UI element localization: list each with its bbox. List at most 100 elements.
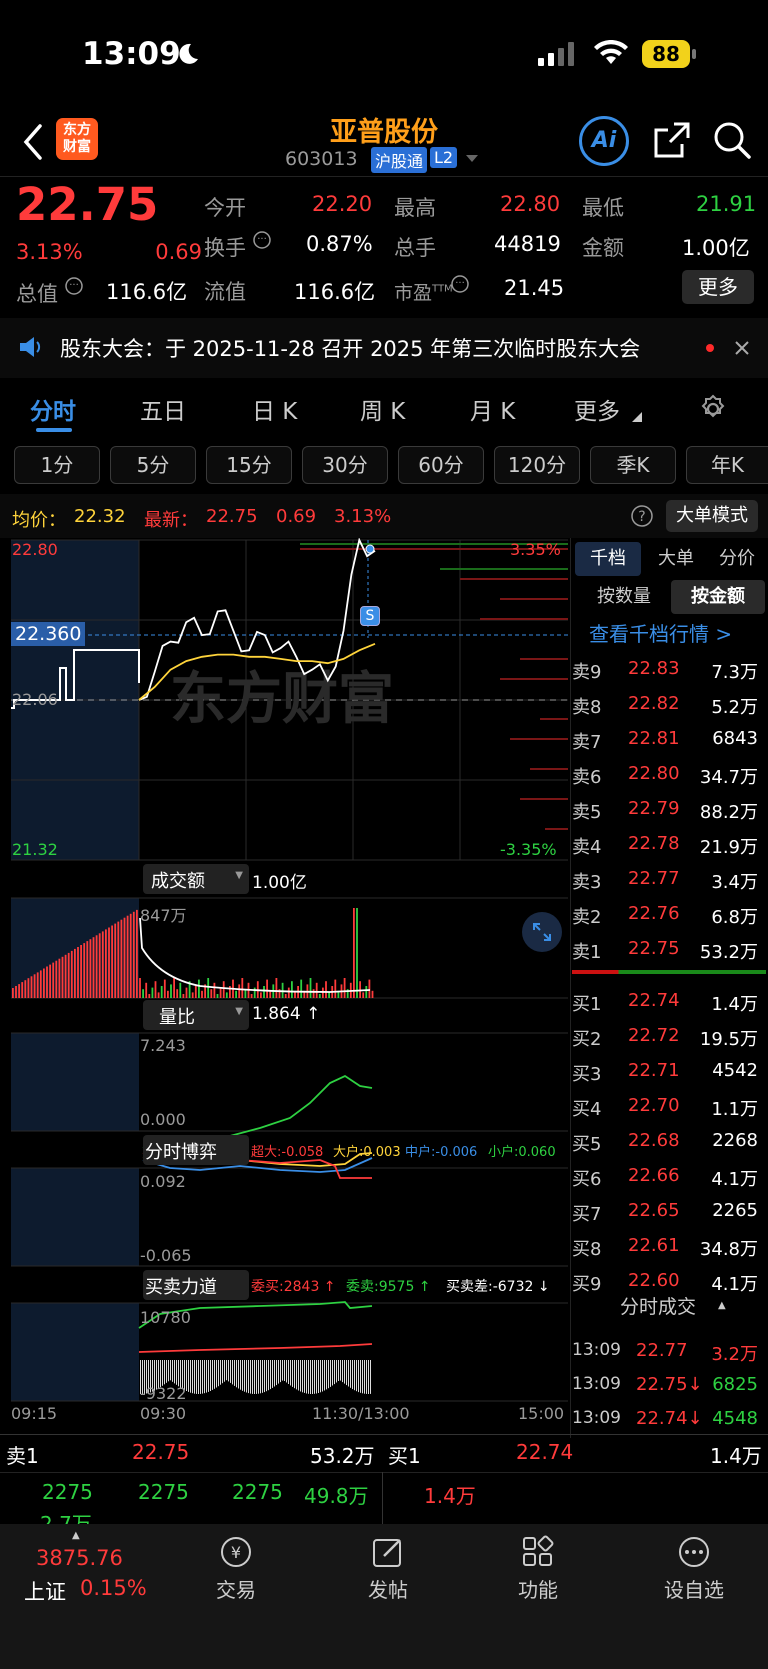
tab-fenjia[interactable]: 分价 (709, 542, 765, 576)
sort-by-amount[interactable]: 按金额 (671, 580, 765, 614)
ticks-title[interactable]: 分时成交 (620, 1292, 696, 1319)
interval-quarter-k[interactable]: 季K (590, 446, 676, 484)
force-diff-bar (294, 1360, 295, 1389)
bid-row[interactable]: 买3 22.71 4542 (572, 1054, 768, 1088)
tab-trade[interactable]: ¥ 交易 (206, 1534, 266, 1603)
bid-row[interactable]: 买2 22.72 19.5万 (572, 1019, 768, 1053)
interval-120min[interactable]: 120分 (494, 446, 580, 484)
force-diff-bar (170, 1360, 171, 1381)
bid-row[interactable]: 买6 22.66 4.1万 (572, 1159, 768, 1193)
back-icon[interactable] (22, 124, 44, 160)
chart-area[interactable]: 东方财富 22.80 21.32 3.35% -3.35% 22.360 22.… (0, 538, 572, 1438)
force-diff-bar (200, 1360, 201, 1394)
tab-week-k[interactable]: 周 K (360, 392, 405, 426)
amount-bar (36, 972, 39, 998)
force-diff-bar (220, 1360, 221, 1385)
tab-day-k[interactable]: 日 K (252, 392, 297, 426)
ask-row[interactable]: 卖4 22.78 21.9万 (572, 827, 768, 861)
ask-row[interactable]: 卖6 22.80 34.7万 (572, 757, 768, 791)
interval-30min[interactable]: 30分 (302, 446, 388, 484)
bid-volume: 4.1万 (711, 1169, 758, 1190)
notice-bar[interactable]: 股东大会：于 2025-11-28 召开 2025 年第三次临时股东大会 (0, 318, 768, 378)
force-diff-bar (284, 1360, 285, 1381)
ask-row[interactable]: 卖5 22.79 88.2万 (572, 792, 768, 826)
ratio-selector[interactable]: 量比 ▼ (143, 1000, 249, 1030)
more-button[interactable]: 更多 (682, 270, 754, 304)
force-selector[interactable]: 买卖力道 (143, 1270, 249, 1300)
sort-by-quantity[interactable]: 按数量 (579, 580, 669, 614)
amount-bar (198, 979, 200, 998)
interval-1min[interactable]: 1分 (14, 446, 100, 484)
close-icon[interactable] (734, 340, 750, 356)
tab-functions[interactable]: 功能 (508, 1534, 568, 1603)
bid-row[interactable]: 买7 22.65 2265 (572, 1194, 768, 1228)
interval-15min[interactable]: 15分 (206, 446, 292, 484)
interval-year-k[interactable]: 年K (686, 446, 768, 484)
bid-ask-ratio-bar (572, 970, 766, 974)
view-depth-link[interactable]: 查看千档行情 > (589, 618, 732, 647)
ask-row[interactable]: 卖8 22.82 5.2万 (572, 687, 768, 721)
force-diff-bar (364, 1360, 365, 1394)
amount-bar (117, 921, 120, 998)
bid-row[interactable]: 买4 22.70 1.1万 (572, 1089, 768, 1123)
force-diff-bar (166, 1360, 167, 1383)
tab-dadan[interactable]: 大单 (651, 542, 701, 576)
amount-pill-label: 成交额 (151, 871, 205, 892)
amount-bar (269, 990, 272, 998)
force-diff-bar (266, 1360, 267, 1392)
open-value: 22.20 (312, 192, 373, 216)
interval-5min[interactable]: 5分 (110, 446, 196, 484)
bid-row[interactable]: 买5 22.68 2268 (572, 1124, 768, 1158)
top-price-label: 22.80 (12, 540, 58, 559)
tab-month-k[interactable]: 月 K (470, 392, 515, 426)
game-selector[interactable]: 分时博弈 (143, 1135, 249, 1165)
ratio-max-label: 7.243 (140, 1036, 186, 1055)
tab-more[interactable]: 更多 (574, 392, 620, 426)
sell-signal-badge[interactable]: S (360, 606, 380, 626)
tab-qiandang[interactable]: 千档 (575, 542, 641, 576)
bid-price: 22.61 (628, 1235, 680, 1256)
index-value[interactable]: 3875.76 (36, 1546, 123, 1570)
ask-volume: 6.8万 (711, 907, 758, 928)
chevron-down-icon[interactable] (465, 154, 479, 164)
ask-volume: 88.2万 (699, 802, 758, 823)
tab-post[interactable]: 发帖 (358, 1534, 418, 1603)
force-diff-bar (234, 1360, 235, 1386)
top-nav: 东方 财富 亚普股份 603013 沪股通 L2 Ai (0, 110, 768, 174)
tab-add-watchlist[interactable]: 设自选 (658, 1534, 730, 1603)
force-diff-bar (282, 1360, 283, 1381)
price-chart[interactable]: 东方财富 (0, 538, 572, 1438)
bid-level-label: 买3 (572, 1064, 602, 1085)
share-icon[interactable] (652, 120, 692, 160)
expand-button[interactable] (522, 912, 562, 952)
game-min-label: -0.065 (140, 1246, 192, 1265)
ask-row[interactable]: 卖7 22.81 6843 (572, 722, 768, 756)
force-diff-bar (202, 1360, 203, 1394)
amount-bar (343, 978, 346, 998)
moon-icon (179, 43, 198, 64)
gear-icon[interactable] (698, 394, 728, 424)
amount-bar (260, 992, 262, 998)
ask-row[interactable]: 卖1 22.75 53.2万 (572, 932, 768, 966)
force-diff-bar (198, 1360, 199, 1394)
ask-row[interactable]: 卖2 22.76 6.8万 (572, 897, 768, 931)
big-order-mode-button[interactable]: 大单模式 (666, 500, 758, 532)
interval-60min[interactable]: 60分 (398, 446, 484, 484)
amount-bar (64, 954, 67, 998)
bid-volume: 2265 (712, 1200, 758, 1221)
help-icon[interactable]: ? (630, 504, 654, 528)
ask-row[interactable]: 卖3 22.77 3.4万 (572, 862, 768, 896)
bid-row[interactable]: 买1 22.74 1.4万 (572, 984, 768, 1018)
ask-row[interactable]: 卖9 22.83 7.3万 (572, 652, 768, 686)
tab-5day[interactable]: 五日 (140, 392, 186, 426)
battery-indicator: 88 (642, 40, 690, 68)
bid-level-label: 买1 (572, 994, 602, 1015)
amount-bar (235, 990, 237, 998)
last-price: 22.75 (16, 178, 159, 231)
ai-button[interactable]: Ai (579, 116, 629, 166)
bid-row[interactable]: 买8 22.61 34.8万 (572, 1229, 768, 1263)
amount-selector[interactable]: 成交额 ▼ (143, 864, 249, 894)
amount-bar (108, 927, 110, 998)
tab-minute[interactable]: 分时 (30, 392, 76, 426)
search-icon[interactable] (712, 120, 752, 160)
